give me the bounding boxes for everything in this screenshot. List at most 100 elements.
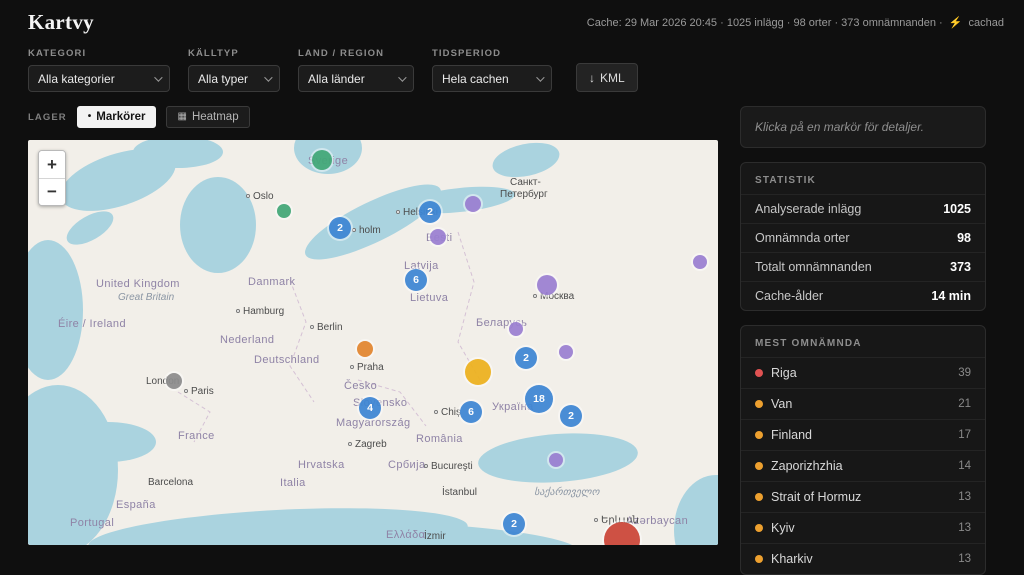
statistics-panel: STATISTIK Analyserade inlägg 1025 Omnämnda… — [740, 162, 986, 311]
mention-count: 21 — [958, 398, 971, 410]
top-mentions-panel: MEST OMNÄMNDA Riga39 Van 21 Finland 17 Zapori… — [740, 325, 986, 575]
markers-toggle-label: Markörer — [96, 111, 145, 123]
map-marker[interactable] — [509, 322, 523, 336]
source-select[interactable]: Alla typer — [188, 65, 280, 92]
mention-row[interactable]: Strait of Hormuz 13 — [741, 481, 985, 512]
source-value: Alla typer — [198, 72, 248, 86]
mention-dot-icon — [755, 493, 763, 501]
layer-label: LAGER — [28, 112, 67, 123]
map-marker[interactable] — [693, 255, 707, 269]
lightning-icon: ⚡ — [949, 17, 963, 29]
heatmap-grid-icon: ▦ — [177, 112, 186, 122]
map-canvas[interactable]: SverigeOsloholmHelsinkiСанкт-ПетербургEe… — [28, 140, 718, 545]
stat-value: 1025 — [943, 202, 971, 216]
mention-count: 14 — [958, 460, 971, 472]
statistics-title: STATISTIK — [741, 163, 985, 194]
mention-dot-icon — [755, 400, 763, 408]
map-marker[interactable] — [549, 453, 563, 467]
map-marker[interactable] — [357, 341, 373, 357]
map-marker[interactable] — [430, 229, 446, 245]
map-marker[interactable]: 6 — [460, 401, 482, 423]
stat-row: Totalt omnämnanden373 — [741, 252, 985, 281]
heatmap-toggle-label: Heatmap — [192, 111, 239, 123]
cache-status: Cache: 29 Mar 2026 20:45 · 1025 inlägg ·… — [587, 16, 1004, 29]
mention-count: 17 — [958, 429, 971, 441]
region-select[interactable]: Alla länder — [298, 65, 414, 92]
bullet-icon: • — [88, 112, 92, 122]
chevron-down-icon — [154, 73, 162, 81]
zoom-out-button[interactable]: − — [39, 178, 65, 205]
mention-row[interactable]: Riga39 — [741, 357, 985, 388]
app-title: Kartvy — [28, 10, 94, 35]
region-label: Land / Region — [298, 48, 414, 59]
top-bar: Kartvy Cache: 29 Mar 2026 20:45 · 1025 i… — [0, 0, 1024, 42]
map-base-tiles — [28, 140, 718, 545]
sidebar: Klicka på en markör för detaljer. STATIS… — [740, 106, 986, 575]
period-value: Hela cachen — [442, 72, 509, 86]
mention-row[interactable]: Kyiv 13 — [741, 512, 985, 543]
period-select[interactable]: Hela cachen — [432, 65, 552, 92]
map-marker[interactable]: 2 — [560, 405, 582, 427]
stat-label: Totalt omnämnanden — [755, 260, 872, 274]
filter-region: Land / Region Alla länder — [298, 48, 414, 92]
filter-source: Källtyp Alla typer — [188, 48, 280, 92]
mention-name: Van — [771, 397, 950, 411]
stat-row: Omnämnda orter 98 — [741, 223, 985, 252]
chevron-down-icon — [398, 73, 406, 81]
filter-category: Kategori Alla kategorier — [28, 48, 170, 92]
map-marker[interactable] — [465, 359, 491, 385]
map-marker[interactable] — [312, 150, 332, 170]
category-select[interactable]: Alla kategorier — [28, 65, 170, 92]
mention-dot-icon — [755, 524, 763, 532]
category-value: Alla kategorier — [38, 72, 115, 86]
mention-name: Strait of Hormuz — [771, 490, 950, 504]
map-marker[interactable]: 6 — [405, 269, 427, 291]
stat-value: 14 min — [931, 289, 971, 303]
mention-row[interactable]: Kharkiv13 — [741, 543, 985, 574]
mention-count: 13 — [958, 553, 971, 565]
mention-name: Riga — [771, 366, 950, 380]
mention-dot-icon — [755, 431, 763, 439]
source-label: Källtyp — [188, 48, 280, 59]
mention-dot-icon — [755, 462, 763, 470]
filter-period: Tidsperiod Hela cachen — [432, 48, 552, 92]
heatmap-toggle[interactable]: ▦ Heatmap — [166, 106, 249, 128]
map-marker[interactable] — [465, 196, 481, 212]
map-marker[interactable] — [277, 204, 291, 218]
mention-rows: Riga39Van21Finland17Zaporizhzhia14Strait… — [741, 357, 985, 574]
map-marker[interactable]: 4 — [359, 397, 381, 419]
stat-label: Analyserade inlägg — [755, 202, 861, 216]
stat-row: Analyserade inlägg 1025 — [741, 194, 985, 223]
map-marker[interactable] — [559, 345, 573, 359]
map-marker[interactable]: 2 — [419, 201, 441, 223]
mention-dot-icon — [755, 555, 763, 563]
map-marker[interactable] — [537, 275, 557, 295]
mention-row[interactable]: Finland 17 — [741, 419, 985, 450]
zoom-control: + − — [38, 150, 66, 206]
download-icon: ↓ — [589, 71, 595, 85]
mention-row[interactable]: Zaporizhzhia14 — [741, 450, 985, 481]
category-label: Kategori — [28, 48, 170, 59]
stat-value: 98 — [957, 231, 971, 245]
mention-count: 13 — [958, 522, 971, 534]
mention-row[interactable]: Van 21 — [741, 388, 985, 419]
mention-name: Kyiv — [771, 521, 950, 535]
filter-bar: Kategori Alla kategorier Källtyp Alla ty… — [0, 42, 1024, 92]
kml-download-button[interactable]: ↓ KML — [576, 63, 638, 92]
map-marker[interactable]: 2 — [329, 217, 351, 239]
mention-count: 13 — [958, 491, 971, 503]
stat-label: Omnämnda orter — [755, 231, 849, 245]
map-marker[interactable]: 18 — [525, 385, 553, 413]
map-marker[interactable]: 2 — [515, 347, 537, 369]
map-marker[interactable] — [166, 373, 182, 389]
zoom-in-button[interactable]: + — [39, 151, 65, 178]
mention-name: Finland — [771, 428, 950, 442]
stat-row: Cache-ålder14 min — [741, 281, 985, 310]
cached-label: cachad — [969, 17, 1004, 29]
stats-rows: Analyserade inlägg 1025 Omnämnda orter 98 To… — [741, 194, 985, 310]
markers-toggle[interactable]: • Markörer — [77, 106, 157, 128]
region-value: Alla länder — [308, 72, 365, 86]
top-mentions-title: MEST OMNÄMNDA — [741, 326, 985, 357]
period-label: Tidsperiod — [432, 48, 552, 59]
map-marker[interactable]: 2 — [503, 513, 525, 535]
